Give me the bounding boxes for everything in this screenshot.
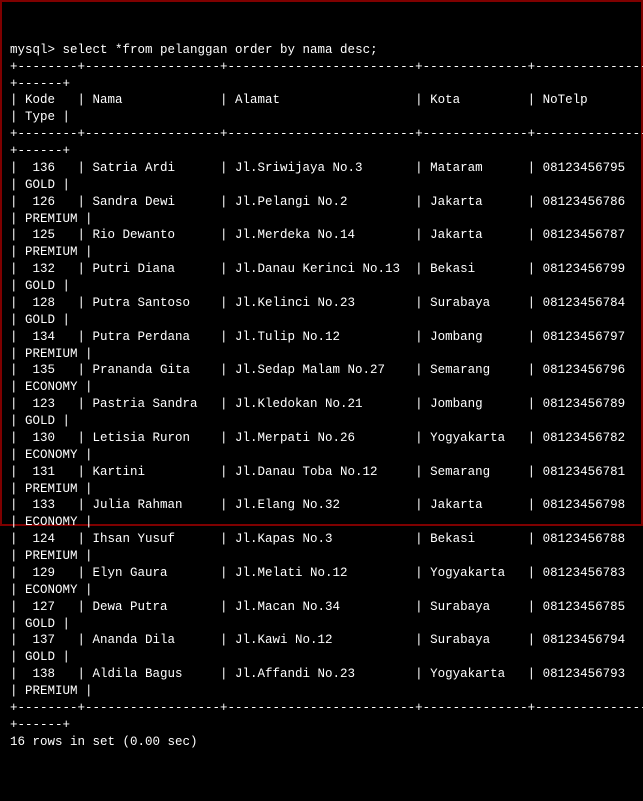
query-result-table: +--------+------------------+-----------…	[10, 59, 633, 751]
prompt: mysql>	[10, 43, 63, 57]
sql-query: select *from pelanggan order by nama des…	[63, 43, 378, 57]
command-line: mysql> select *from pelanggan order by n…	[10, 42, 633, 59]
mysql-terminal-output: mysql> select *from pelanggan order by n…	[10, 42, 633, 751]
